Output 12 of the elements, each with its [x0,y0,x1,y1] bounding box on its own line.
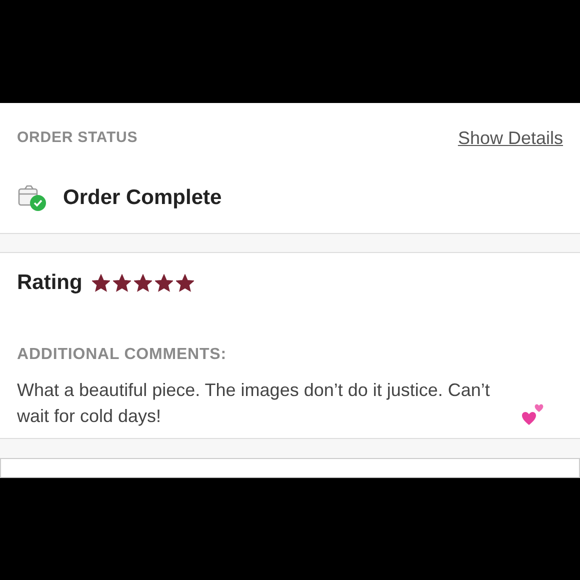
star-icon [92,274,110,292]
comments-heading: ADDITIONAL COMMENTS: [17,344,228,364]
rating-label: Rating [17,270,82,296]
hearts-icon [521,402,545,426]
star-icon [134,274,152,292]
order-status-text: Order Complete [63,185,222,211]
show-details-link[interactable]: Show Details [458,125,563,152]
star-icon [113,274,132,292]
star-icon [176,274,194,292]
section-heading: ORDER STATUS [17,128,138,148]
star-icon [155,274,174,292]
comment-text: What a beautiful piece. The images don’t do it justice. Can’t wait for cold days! [17,378,491,428]
